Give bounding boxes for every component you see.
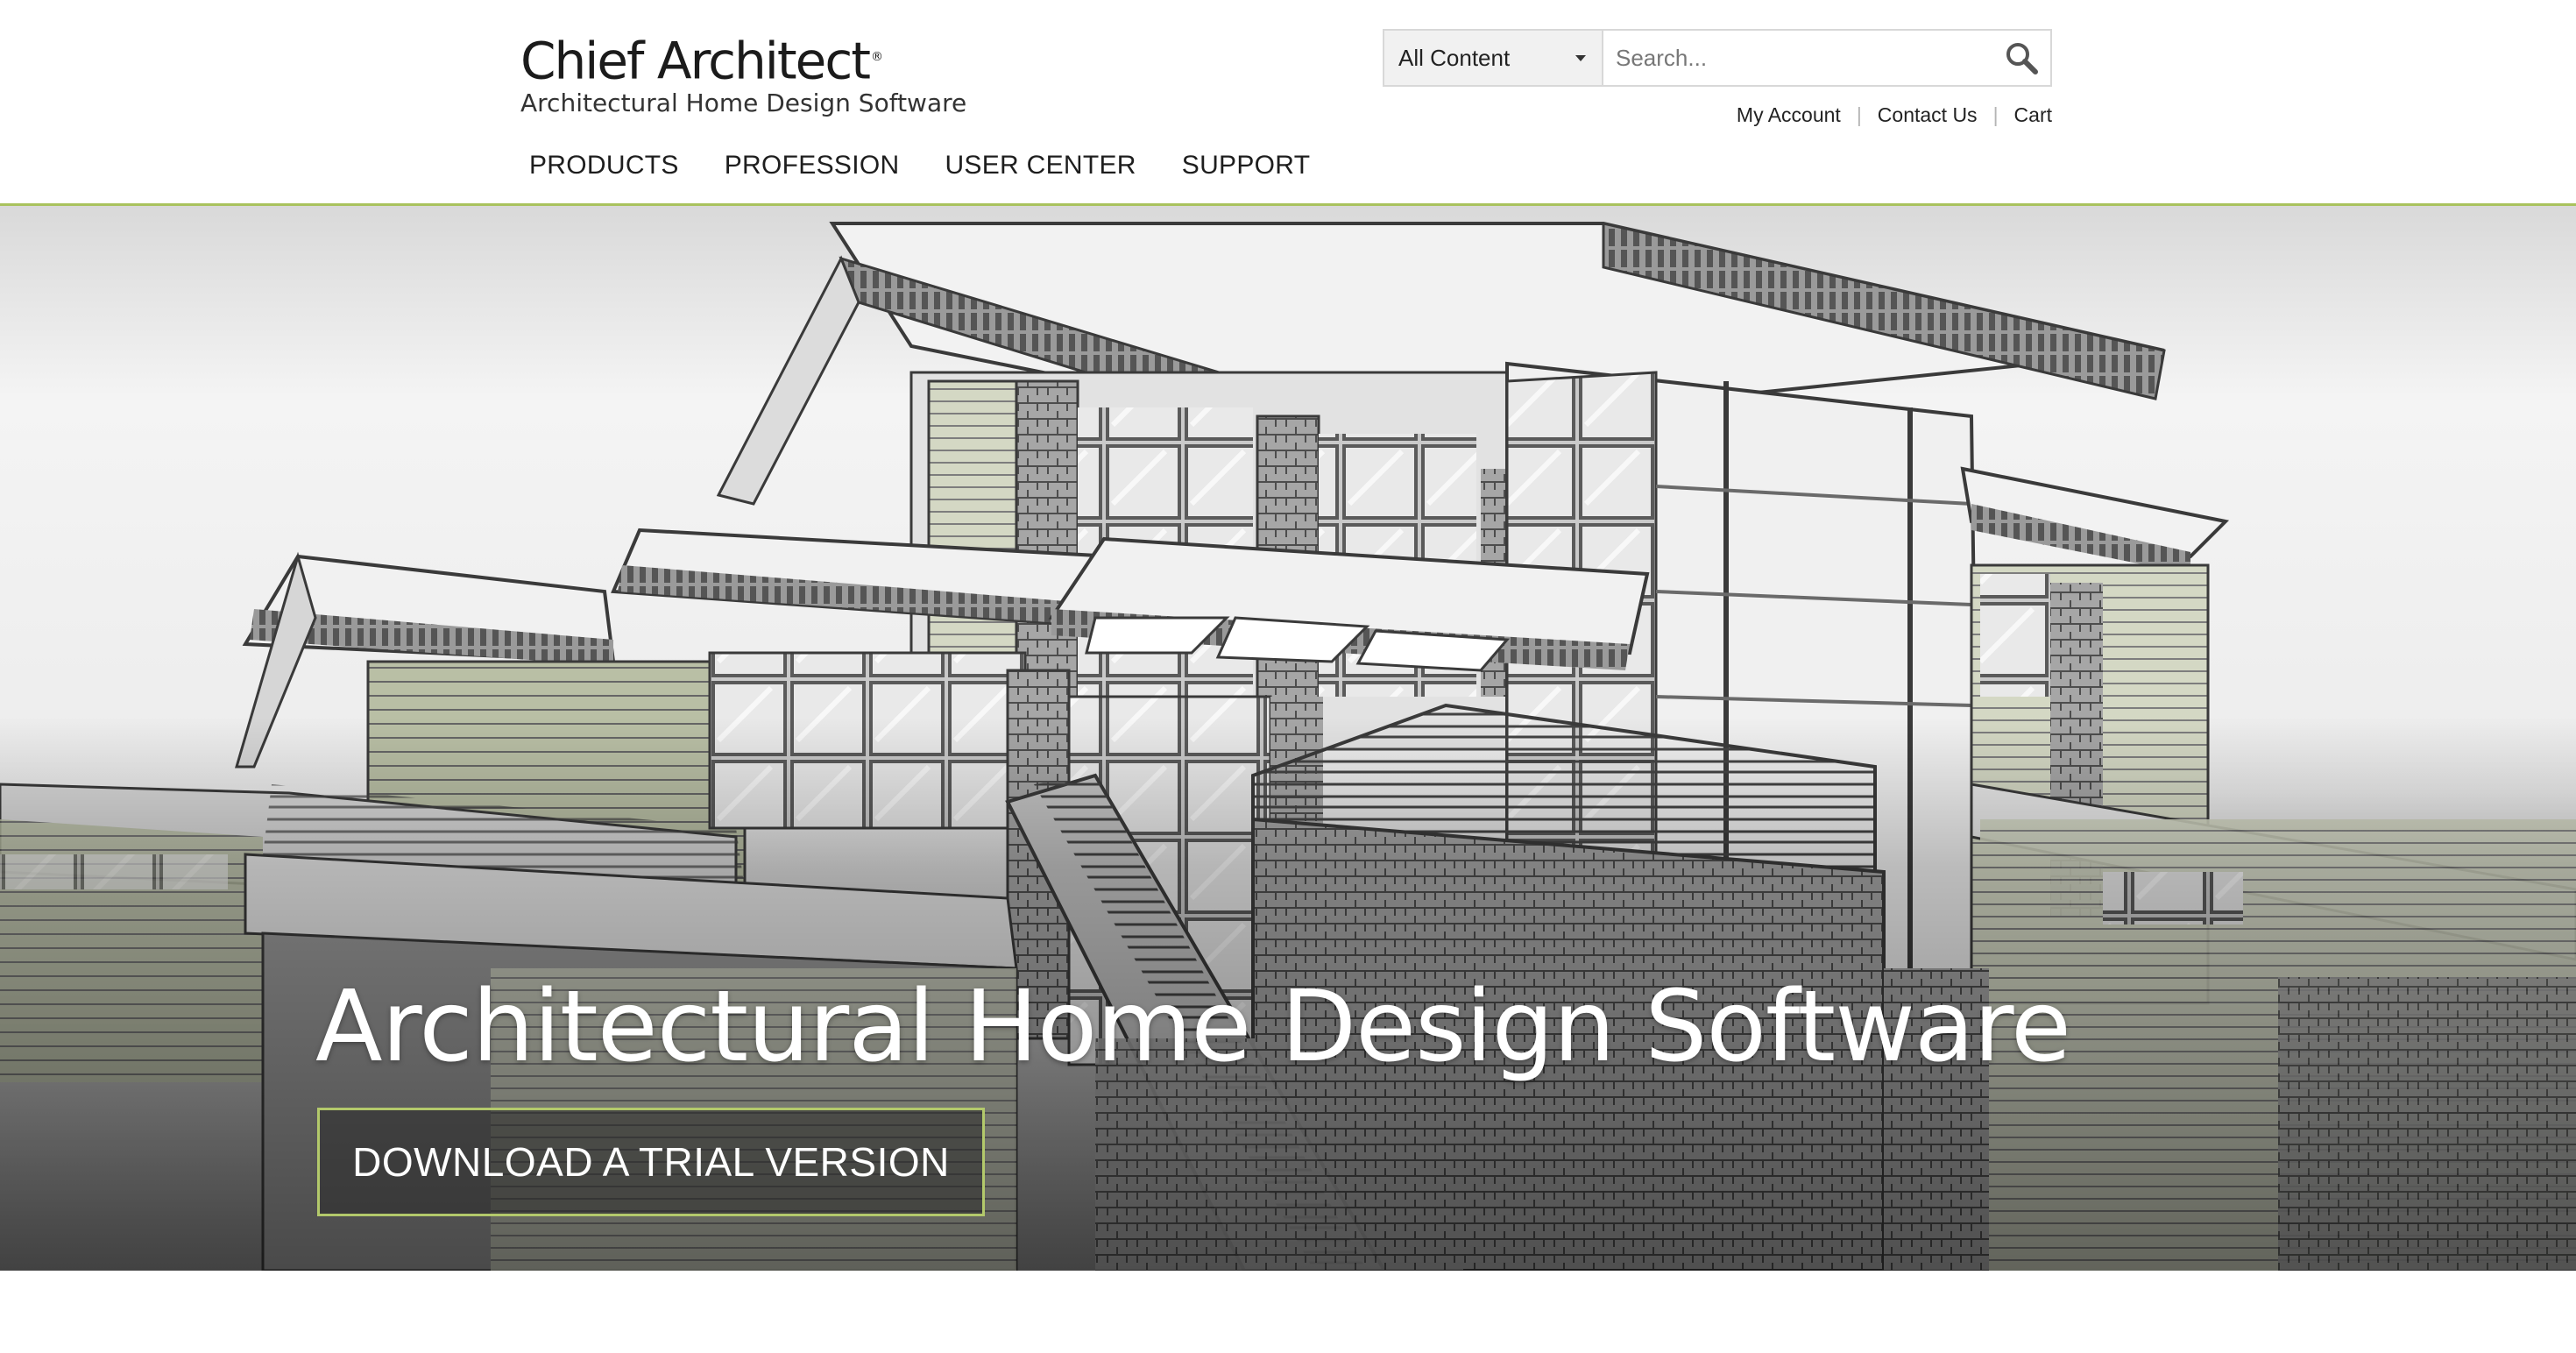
cart-link[interactable]: Cart	[2014, 103, 2052, 127]
utility-links: My Account | Contact Us | Cart	[1737, 103, 2052, 127]
nav-item-user-center[interactable]: USER CENTER	[945, 151, 1136, 181]
search-input[interactable]	[1603, 31, 1992, 85]
hero-banner: Architectural Home Design Software DOWNL…	[0, 206, 2576, 1271]
registered-mark: ®	[870, 50, 883, 64]
search-bar: All Content	[1383, 29, 2052, 87]
logo-wordmark: Chief Architect ®	[520, 31, 883, 91]
contact-us-link[interactable]: Contact Us	[1878, 103, 1978, 127]
separator: |	[1856, 103, 1862, 126]
search-button[interactable]	[1992, 31, 2050, 85]
caret-down-icon	[1575, 54, 1586, 61]
search-scope-value: All Content	[1398, 44, 1511, 71]
nav-item-profession[interactable]: PROFESSION	[725, 151, 900, 181]
separator: |	[1992, 103, 1999, 126]
hero-title: Architectural Home Design Software	[315, 970, 2071, 1084]
main-nav: PRODUCTS PROFESSION USER CENTER SUPPORT	[529, 151, 1355, 181]
my-account-link[interactable]: My Account	[1737, 103, 1841, 127]
nav-item-products[interactable]: PRODUCTS	[529, 151, 679, 181]
search-scope-select[interactable]: All Content	[1384, 31, 1603, 85]
logo-tagline: Architectural Home Design Software	[520, 89, 967, 118]
site-header: Chief Architect ® Architectural Home Desi…	[0, 0, 2576, 204]
logo[interactable]: Chief Architect ® Architectural Home Desi…	[520, 26, 966, 119]
download-trial-button[interactable]: DOWNLOAD A TRIAL VERSION	[317, 1108, 985, 1216]
nav-item-support[interactable]: SUPPORT	[1182, 151, 1311, 181]
search-icon	[2006, 43, 2038, 74]
